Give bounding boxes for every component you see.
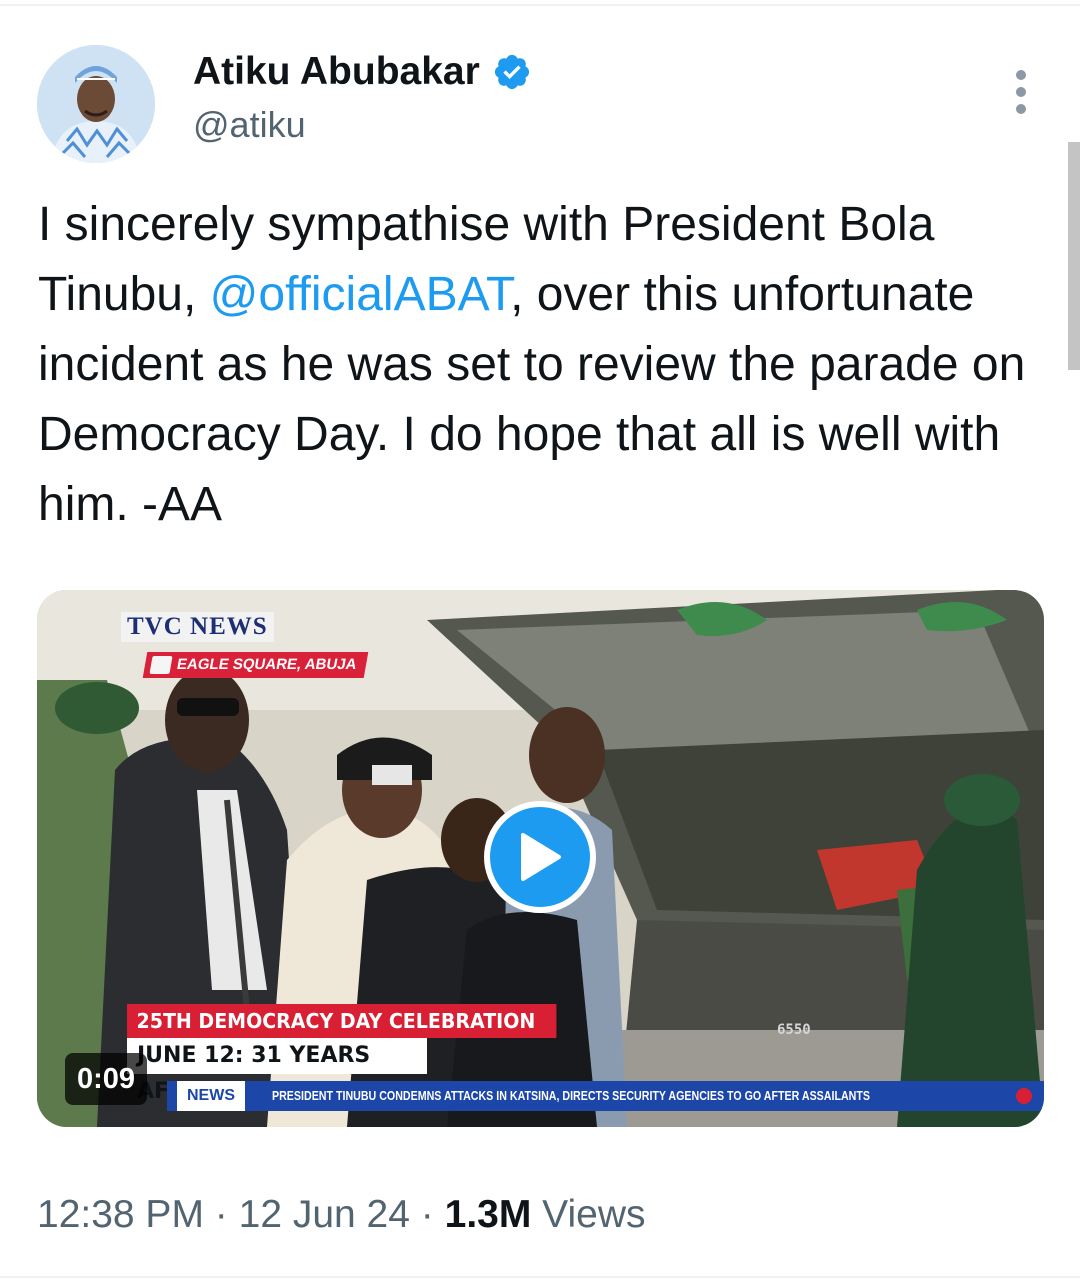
scrollbar[interactable] [1068,142,1080,370]
views-count[interactable]: 1.3M [445,1193,532,1236]
vehicle-plate: 6550 [777,1022,811,1038]
live-dot-icon [1016,1088,1032,1104]
location-tag: EAGLE SQUARE, ABUJA [142,652,369,678]
news-ticker: NEWS PRESIDENT TINUBU CONDEMNS ATTACKS I… [167,1081,1044,1111]
play-button[interactable] [484,801,596,913]
channel-logo: TVC NEWS [121,612,274,642]
video-duration: 0:09 [65,1053,148,1105]
author-handle[interactable]: @atiku [193,103,306,147]
more-options-button[interactable] [1003,64,1039,120]
tweet-time[interactable]: 12:38 PM [37,1193,204,1236]
play-icon [521,833,561,881]
meta-separator: · [214,1193,228,1236]
meta-separator: · [420,1193,434,1236]
views-label[interactable]: Views [542,1193,645,1236]
channel-badge-icon [149,656,173,674]
avatar-image [37,45,155,163]
subheadline-bar: JUNE 12: 31 YEARS AFTER [127,1038,427,1104]
ticker-label: NEWS [177,1081,245,1111]
tweet-meta: 12:38 PM · 12 Jun 24 · 1.3M Views [37,1190,646,1240]
bottom-divider [0,1276,1080,1278]
author-name[interactable]: Atiku Abubakar [193,48,532,96]
top-divider [0,4,1080,6]
video-player[interactable]: TVC NEWS EAGLE SQUARE, ABUJA 6550 25TH D… [37,590,1044,1127]
verified-badge-icon[interactable] [492,52,532,92]
more-vertical-icon [1016,70,1026,80]
mention-link[interactable]: @officialABAT [210,268,510,321]
author-name-text[interactable]: Atiku Abubakar [193,48,480,96]
tweet-text: I sincerely sympathise with President Bo… [38,190,1038,540]
tweet-date[interactable]: 12 Jun 24 [239,1193,410,1236]
location-text: EAGLE SQUARE, ABUJA [175,656,359,673]
ticker-text: PRESIDENT TINUBU CONDEMNS ATTACKS IN KAT… [272,1088,870,1103]
headline-bar: 25TH DEMOCRACY DAY CELEBRATION [127,1004,557,1038]
avatar[interactable] [37,45,155,163]
